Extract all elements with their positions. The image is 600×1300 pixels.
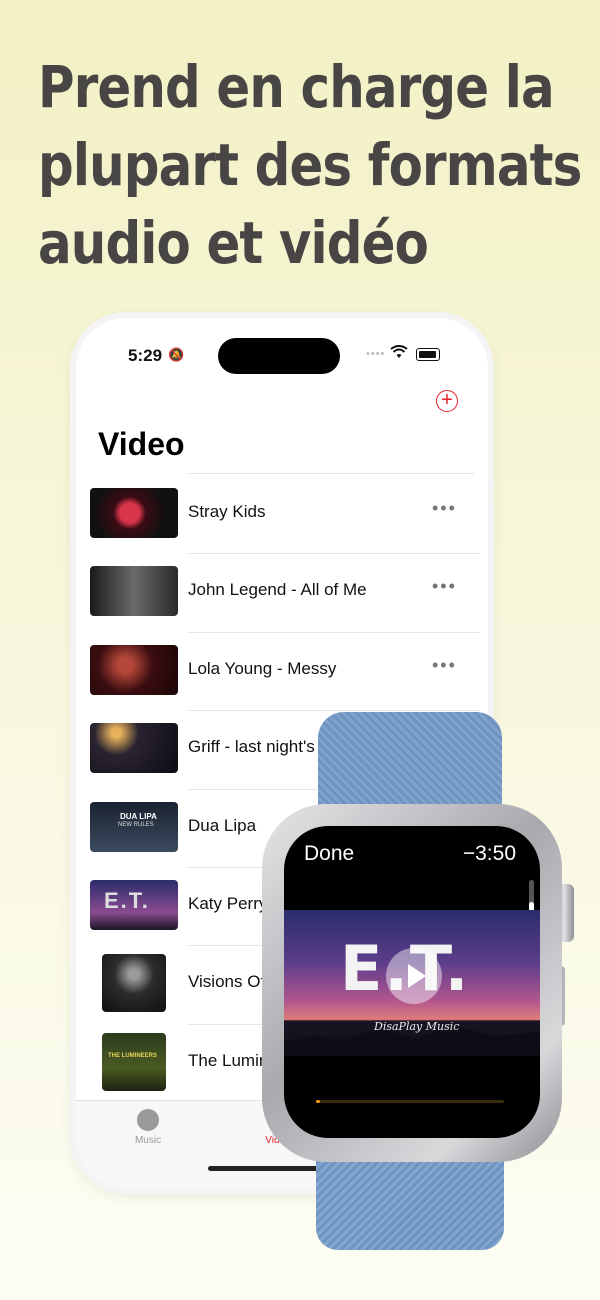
headline-line-1: Prend en charge la <box>38 53 555 121</box>
more-options-button[interactable]: ••• <box>432 498 457 519</box>
video-title: Katy Perry <box>188 893 268 913</box>
video-title: Lola Young - Messy <box>188 658 337 678</box>
silent-bell-icon: 🔕 <box>168 347 185 362</box>
tab-music[interactable]: Music <box>118 1109 178 1146</box>
tab-label: Music <box>134 1135 162 1146</box>
headline: Prend en charge la plupart des formats a… <box>38 48 588 282</box>
play-icon[interactable] <box>386 948 442 1004</box>
battery-icon <box>416 348 440 361</box>
video-title: Griff - last night's <box>188 737 315 757</box>
video-thumbnail <box>90 488 178 538</box>
video-thumbnail <box>90 566 178 617</box>
more-options-button[interactable]: ••• <box>432 576 457 597</box>
video-title: The Lumin <box>188 1050 269 1070</box>
add-video-button[interactable]: + <box>436 390 458 412</box>
headline-line-2: plupart des formats <box>38 131 582 199</box>
video-thumbnail <box>102 954 166 1013</box>
video-title: Dua Lipa <box>188 815 257 835</box>
headphones-icon <box>137 1109 159 1131</box>
list-item[interactable]: Lola Young - Messy ••• <box>76 633 488 712</box>
video-title: John Legend - All of Me <box>188 580 367 600</box>
thumbnail-text: E.T. <box>104 887 150 913</box>
thumbnail-text: THE LUMINEERS <box>108 1052 158 1059</box>
video-thumbnail <box>90 723 178 774</box>
more-options-button[interactable]: ••• <box>432 655 457 676</box>
video-thumbnail: DUA LIPA NEW RULES <box>90 801 178 852</box>
watch-screen: Done −3:50 E.T. DisaPlay Music <box>284 826 540 1138</box>
video-title: Visions Of <box>188 972 266 992</box>
headline-line-3: audio et vidéo <box>38 209 429 277</box>
dynamic-island <box>218 338 340 374</box>
signal-dots-icon: •••• <box>366 348 386 360</box>
video-thumbnail: E.T. <box>90 879 178 930</box>
wifi-icon <box>390 345 408 358</box>
divider <box>188 473 474 474</box>
list-item[interactable]: Stray Kids ••• <box>76 476 488 555</box>
playback-progress-fill <box>316 1100 320 1103</box>
page-title: Video <box>98 426 185 462</box>
thumbnail-text: DUA LIPA <box>120 811 157 821</box>
thumbnail-text: NEW RULES <box>118 821 154 828</box>
video-thumbnail: THE LUMINEERS <box>102 1032 166 1091</box>
list-item[interactable]: John Legend - All of Me ••• <box>76 554 488 633</box>
video-thumbnail <box>90 644 178 695</box>
status-time: 5:29 <box>128 346 163 365</box>
watermark-text: DisaPlay Music <box>374 1020 460 1033</box>
done-button[interactable]: Done <box>304 842 354 866</box>
video-title: Stray Kids <box>188 502 266 521</box>
time-remaining: −3:50 <box>462 842 516 865</box>
playback-progress[interactable] <box>316 1100 504 1103</box>
video-player[interactable]: E.T. DisaPlay Music <box>284 910 540 1056</box>
